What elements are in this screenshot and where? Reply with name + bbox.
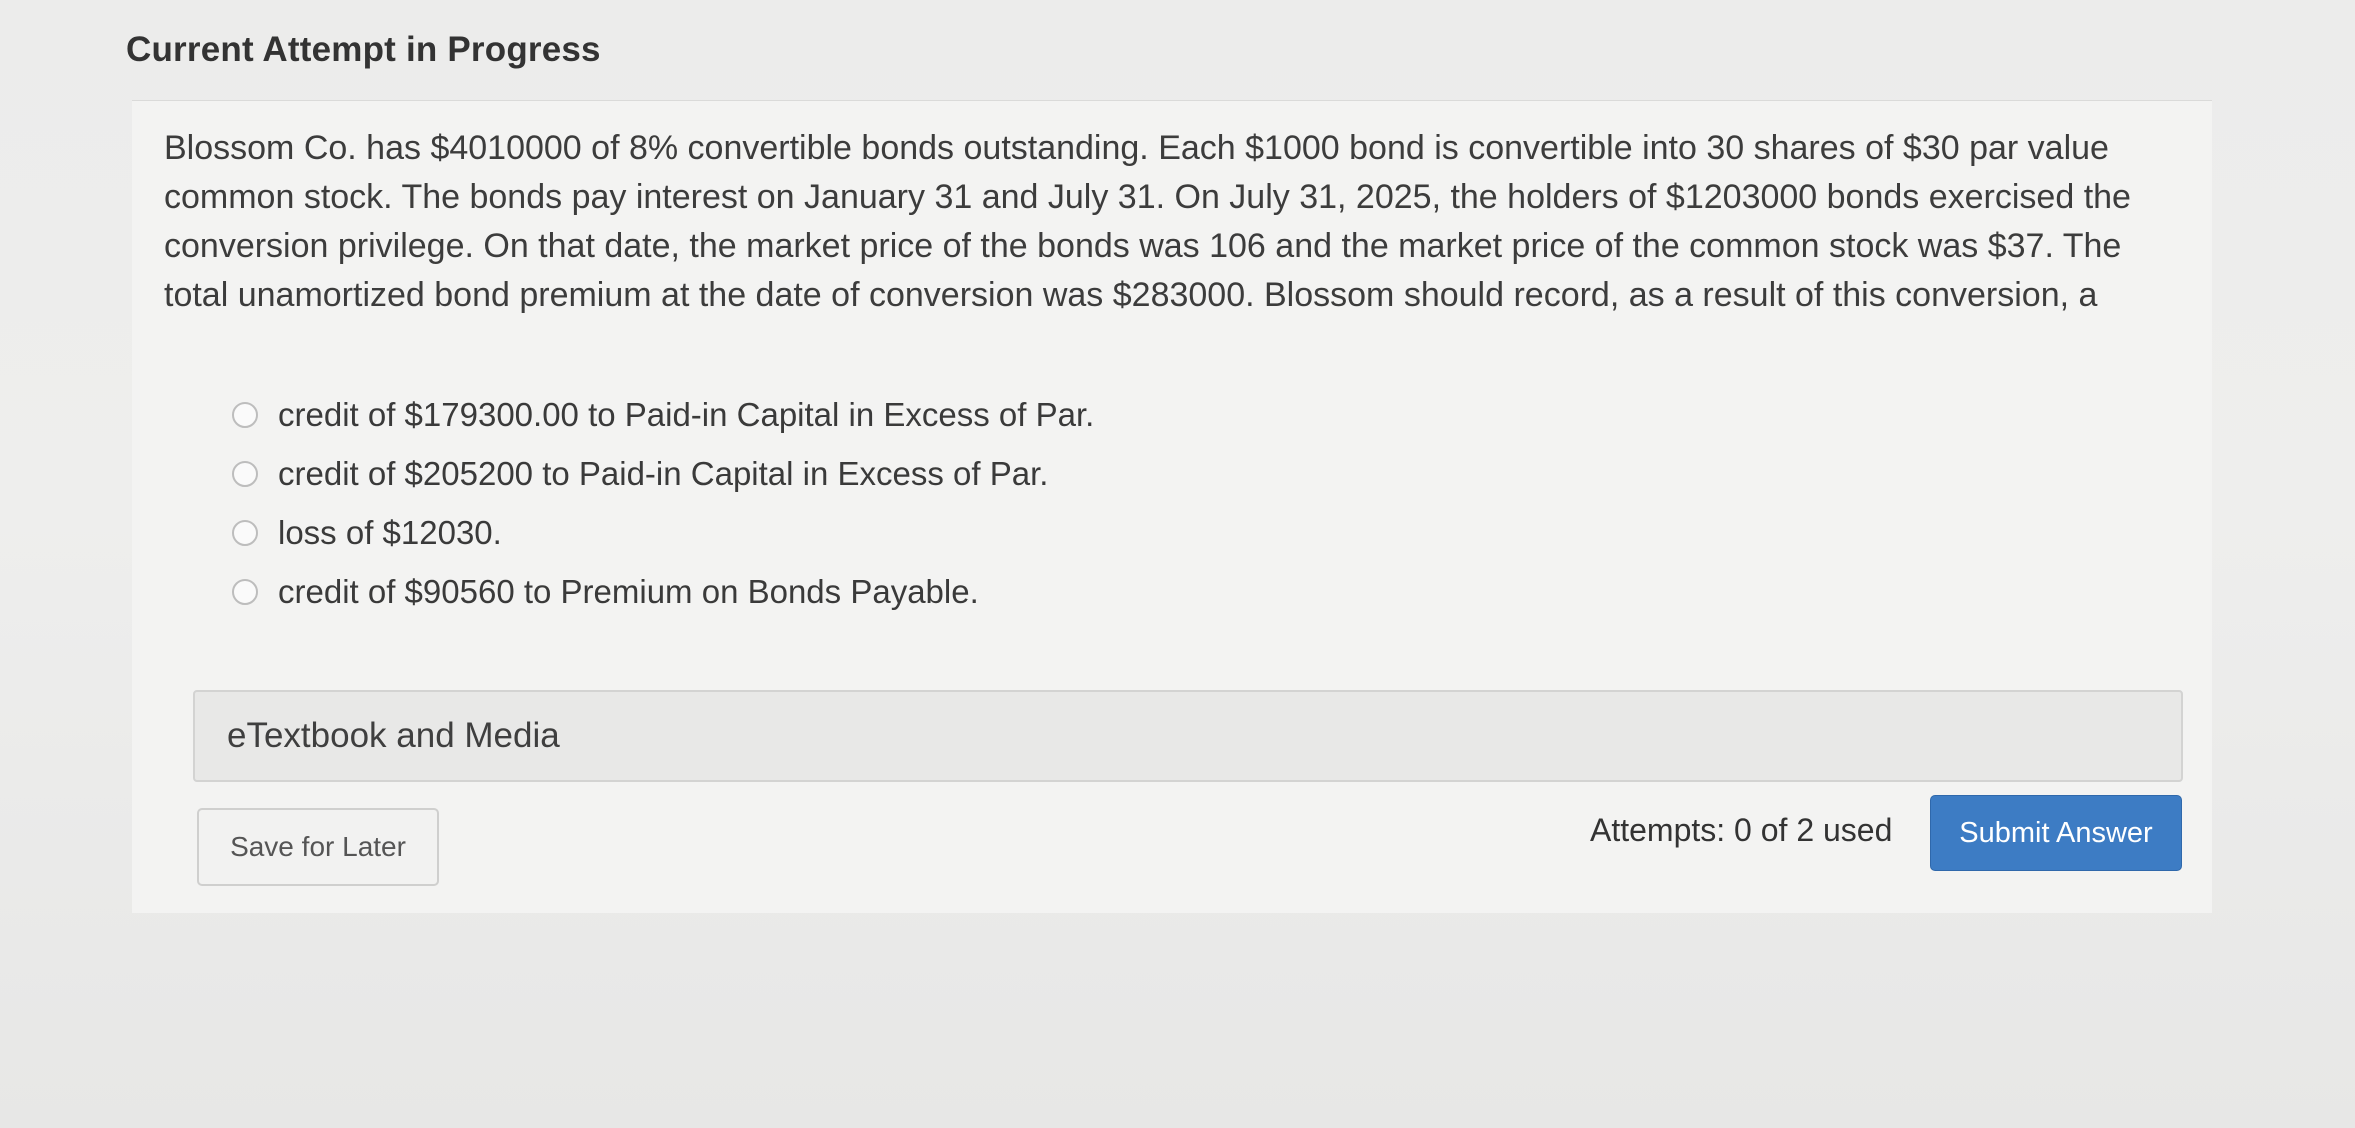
answer-options: credit of $179300.00 to Paid-in Capital …: [232, 385, 1094, 621]
radio-button-icon[interactable]: [232, 578, 258, 605]
answer-option-4[interactable]: credit of $90560 to Premium on Bonds Pay…: [232, 562, 1094, 621]
radio-button-icon[interactable]: [232, 401, 258, 428]
submit-answer-button[interactable]: Submit Answer: [1930, 795, 2182, 871]
etextbook-media-label: eTextbook and Media: [227, 716, 560, 755]
answer-option-label: credit of $205200 to Paid-in Capital in …: [278, 454, 1049, 492]
answer-option-label: credit of $90560 to Premium on Bonds Pay…: [278, 572, 979, 610]
page: Current Attempt in Progress Blossom Co. …: [0, 0, 2355, 1128]
attempts-counter: Attempts: 0 of 2 used: [1590, 812, 1893, 848]
save-for-later-button[interactable]: Save for Later: [197, 808, 439, 886]
radio-button-icon[interactable]: [232, 460, 258, 487]
radio-button-icon[interactable]: [232, 519, 258, 546]
answer-option-3[interactable]: loss of $12030.: [232, 503, 1094, 562]
etextbook-media-panel[interactable]: eTextbook and Media: [193, 690, 2183, 782]
attempt-status-title: Current Attempt in Progress: [126, 30, 601, 69]
answer-option-label: credit of $179300.00 to Paid-in Capital …: [278, 395, 1095, 433]
question-text: Blossom Co. has $4010000 of 8% convertib…: [164, 129, 2131, 314]
answer-option-2[interactable]: credit of $205200 to Paid-in Capital in …: [232, 444, 1094, 503]
answer-option-1[interactable]: credit of $179300.00 to Paid-in Capital …: [232, 385, 1094, 444]
answer-option-label: loss of $12030.: [278, 513, 502, 551]
